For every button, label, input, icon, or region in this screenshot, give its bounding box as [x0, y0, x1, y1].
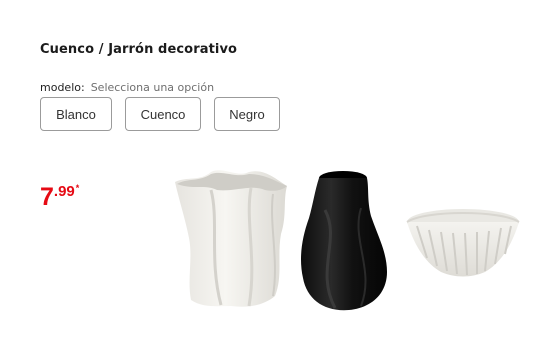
white-bowl-image — [406, 209, 520, 277]
variant-label: modelo: — [40, 81, 85, 94]
price-integer: 7 — [40, 183, 54, 211]
option-blanco-button[interactable]: Blanco — [40, 97, 112, 131]
product-image — [175, 170, 520, 311]
option-cuenco-button[interactable]: Cuenco — [125, 97, 201, 131]
variant-selected-value: Selecciona una opción — [90, 81, 215, 94]
white-vase-image — [175, 170, 287, 307]
price-decimal: .99 — [53, 183, 75, 200]
variant-selector-label-row: modelo: Selecciona una opción — [40, 81, 214, 94]
black-vase-image — [301, 171, 387, 311]
variant-options: Blanco Cuenco Negro — [40, 97, 280, 131]
option-negro-button[interactable]: Negro — [214, 97, 280, 131]
price-footnote-marker: * — [75, 183, 80, 193]
product-title: Cuenco / Jarrón decorativo — [40, 42, 238, 57]
price: 7.99* — [40, 183, 80, 211]
